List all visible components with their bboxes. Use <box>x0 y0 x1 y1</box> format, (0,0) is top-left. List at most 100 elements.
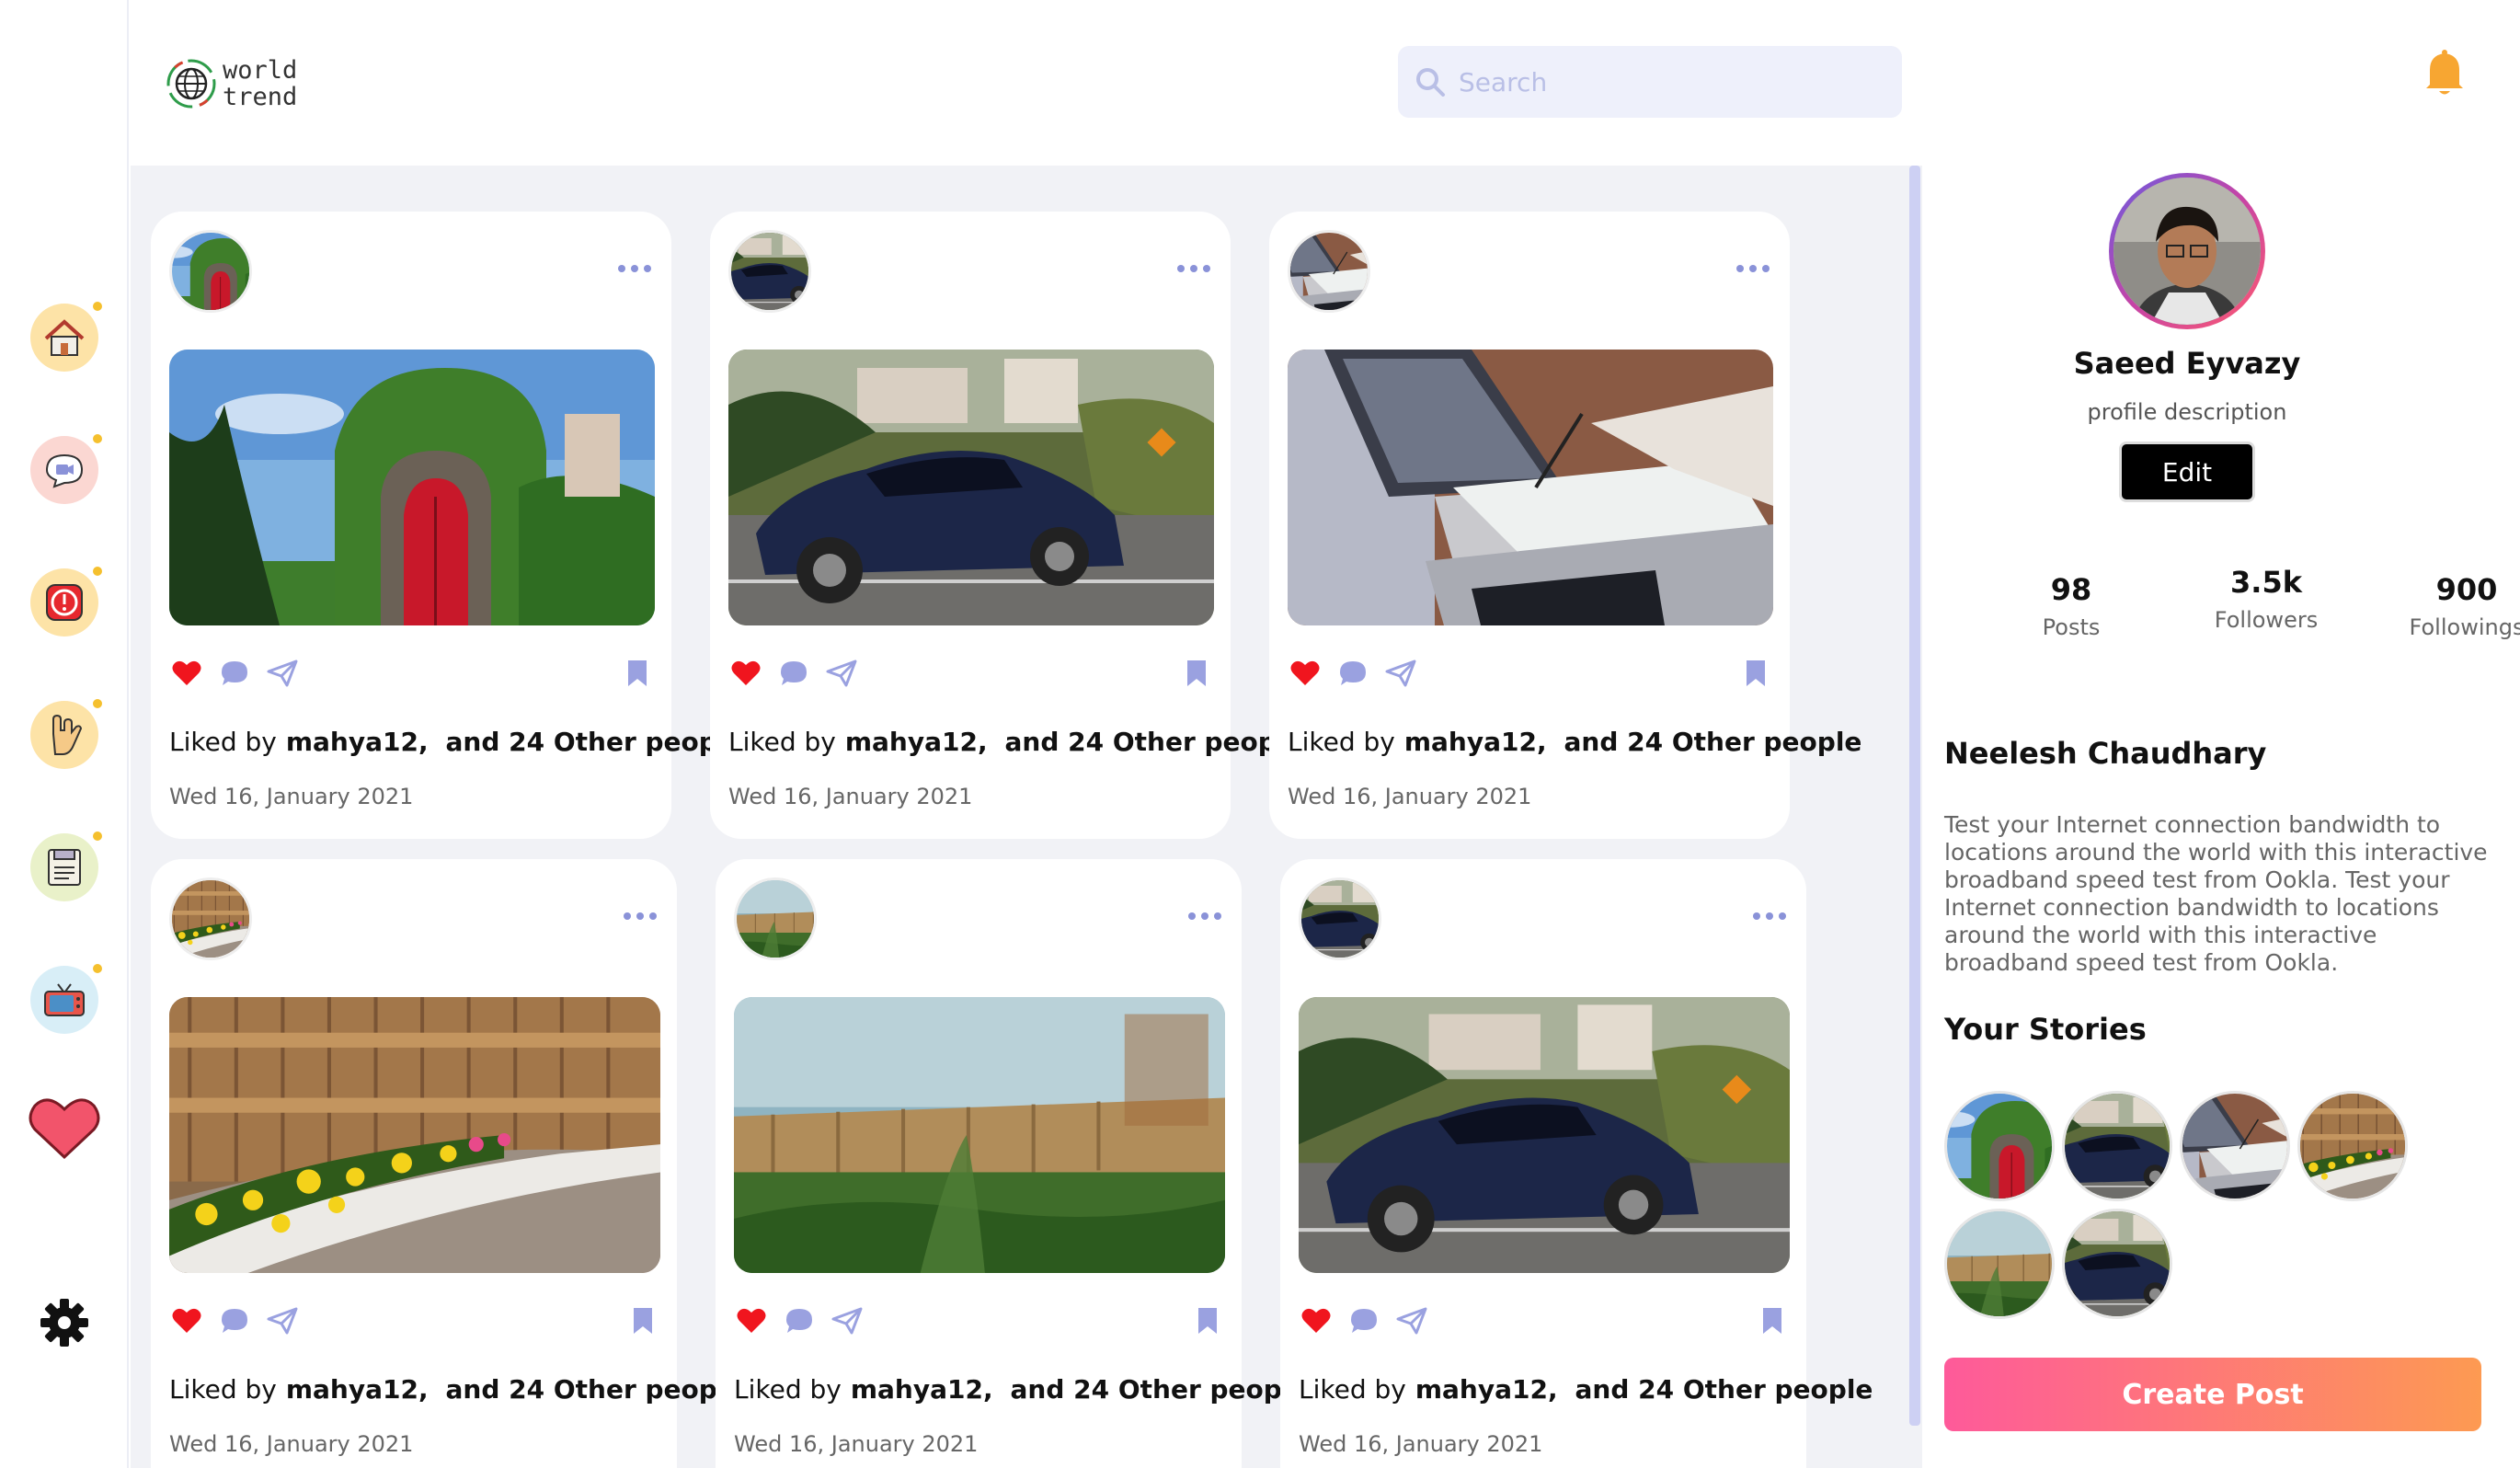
liked-prefix: Liked by <box>1299 1374 1406 1405</box>
nav-home[interactable] <box>28 301 102 374</box>
share-icon[interactable] <box>1383 657 1418 690</box>
more-options-icon[interactable] <box>1177 259 1210 278</box>
post-date: Wed 16, January 2021 <box>728 784 973 809</box>
comment-icon[interactable] <box>1346 1304 1381 1337</box>
like-heart-icon[interactable] <box>169 1304 204 1337</box>
post-image[interactable] <box>169 997 660 1273</box>
liked-user-link[interactable]: mahya12, <box>286 727 429 757</box>
nav-gestures[interactable] <box>28 698 102 772</box>
nav-settings[interactable] <box>28 1286 101 1359</box>
alert-icon <box>30 567 102 637</box>
liked-others: and 24 Other people <box>1004 727 1303 757</box>
logo-line2: trend <box>223 83 298 111</box>
like-heart-icon[interactable] <box>734 1304 769 1337</box>
share-icon[interactable] <box>830 1304 865 1337</box>
bell-icon[interactable] <box>2423 48 2467 97</box>
post-image[interactable] <box>734 997 1225 1273</box>
more-options-icon[interactable] <box>618 259 651 278</box>
story-item[interactable] <box>1944 1091 2055 1201</box>
post-card: Liked by mahya12, and 24 Other people Wed… <box>151 212 743 839</box>
more-options-icon[interactable] <box>1188 907 1221 925</box>
post-image[interactable] <box>728 350 1214 625</box>
liked-by-text: Liked by mahya12, and 24 Other people <box>169 727 743 757</box>
bookmark-icon[interactable] <box>625 1304 660 1337</box>
feed-scrollbar[interactable] <box>1909 166 1920 1426</box>
stat-label: Followers <box>2214 607 2319 633</box>
liked-by-text: Liked by mahya12, and 24 Other people <box>169 1374 743 1405</box>
more-options-icon[interactable] <box>624 907 657 925</box>
like-heart-icon[interactable] <box>169 657 204 690</box>
nav-alerts[interactable] <box>28 566 102 639</box>
liked-by-text: Liked by mahya12, and 24 Other people <box>1288 727 1861 757</box>
liked-others: and 24 Other people <box>445 1374 744 1405</box>
bookmark-icon[interactable] <box>620 657 655 690</box>
liked-user-link[interactable]: mahya12, <box>286 1374 429 1405</box>
bookmark-icon[interactable] <box>1190 1304 1225 1337</box>
bookmark-icon[interactable] <box>1738 657 1773 690</box>
profile-panel: Saeed Eyvazy profile description Edit 98… <box>1922 0 2520 1468</box>
post-author-avatar[interactable] <box>728 230 811 313</box>
bookmark-icon[interactable] <box>1755 1304 1790 1337</box>
nav-tv[interactable] <box>28 963 102 1037</box>
story-item[interactable] <box>1944 1209 2055 1319</box>
liked-by-text: Liked by mahya12, and 24 Other people <box>1299 1374 1873 1405</box>
post-author-avatar[interactable] <box>1299 877 1381 960</box>
stat-followers[interactable]: 3.5k Followers <box>2183 565 2349 633</box>
bookmark-icon[interactable] <box>1179 657 1214 690</box>
more-options-icon[interactable] <box>1736 259 1770 278</box>
post-author-avatar[interactable] <box>734 877 817 960</box>
post-feed: Liked by mahya12, and 24 Other people Wed… <box>131 166 1922 1468</box>
about-bio: Test your Internet connection bandwidth … <box>1944 811 2488 976</box>
post-image[interactable] <box>1299 997 1790 1273</box>
comment-icon[interactable] <box>1335 657 1370 690</box>
left-nav <box>0 0 129 1468</box>
comment-icon[interactable] <box>217 1304 252 1337</box>
share-icon[interactable] <box>824 657 859 690</box>
share-icon[interactable] <box>1394 1304 1429 1337</box>
nav-video-chat[interactable] <box>28 433 102 507</box>
like-heart-icon[interactable] <box>1299 1304 1334 1337</box>
stat-label: Followings <box>2409 614 2520 640</box>
post-author-avatar[interactable] <box>1288 230 1370 313</box>
post-image[interactable] <box>169 350 655 625</box>
stories-title: Your Stories <box>1944 1012 2147 1047</box>
liked-user-link[interactable]: mahya12, <box>851 1374 993 1405</box>
post-author-avatar[interactable] <box>169 230 252 313</box>
search-icon <box>1415 66 1446 97</box>
nav-notes[interactable] <box>28 831 102 904</box>
search-input[interactable] <box>1459 66 1882 97</box>
story-item[interactable] <box>2062 1091 2172 1201</box>
story-item[interactable] <box>2180 1091 2290 1201</box>
stat-label: Posts <box>2042 614 2101 640</box>
liked-user-link[interactable]: mahya12, <box>845 727 988 757</box>
story-item[interactable] <box>2297 1091 2408 1201</box>
profile-avatar[interactable] <box>2109 173 2265 329</box>
app-logo[interactable]: world trend <box>166 57 297 110</box>
create-post-button[interactable]: Create Post <box>1944 1358 2481 1431</box>
like-heart-icon[interactable] <box>728 657 763 690</box>
post-author-avatar[interactable] <box>169 877 252 960</box>
share-icon[interactable] <box>265 657 300 690</box>
search-bar[interactable] <box>1398 46 1902 118</box>
post-actions <box>728 657 1214 690</box>
post-date: Wed 16, January 2021 <box>734 1431 979 1457</box>
like-heart-icon[interactable] <box>1288 657 1323 690</box>
story-item[interactable] <box>2062 1209 2172 1319</box>
comment-icon[interactable] <box>217 657 252 690</box>
stat-followings[interactable]: 900 Followings <box>2406 572 2520 640</box>
post-actions <box>169 1304 660 1337</box>
nav-favorites[interactable] <box>28 1091 101 1164</box>
more-options-icon[interactable] <box>1753 907 1786 925</box>
comment-icon[interactable] <box>776 657 811 690</box>
comment-icon[interactable] <box>782 1304 817 1337</box>
liked-prefix: Liked by <box>169 1374 277 1405</box>
heart-icon <box>28 1095 101 1161</box>
post-date: Wed 16, January 2021 <box>169 1431 414 1457</box>
share-icon[interactable] <box>265 1304 300 1337</box>
liked-prefix: Liked by <box>728 727 836 757</box>
edit-profile-button[interactable]: Edit <box>2119 442 2255 502</box>
liked-user-link[interactable]: mahya12, <box>1415 1374 1558 1405</box>
post-image[interactable] <box>1288 350 1773 625</box>
hand-gesture-icon <box>30 699 102 769</box>
liked-user-link[interactable]: mahya12, <box>1404 727 1547 757</box>
